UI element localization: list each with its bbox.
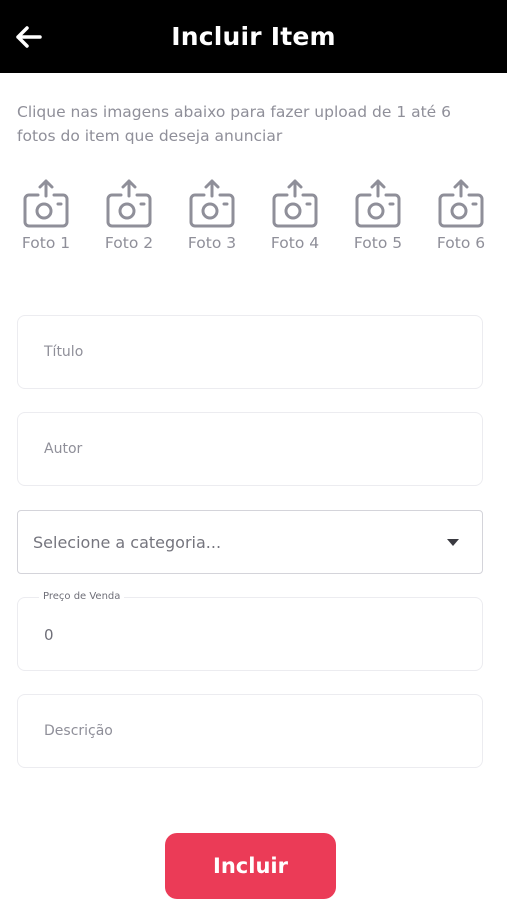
photo-label: Foto 4 <box>270 234 320 252</box>
preco-field[interactable]: Preço de Venda 0 <box>17 591 483 671</box>
photo-slot-5[interactable]: Foto 5 <box>343 178 413 268</box>
descricao-field[interactable]: Descrição <box>17 694 483 768</box>
photo-slot-1[interactable]: Foto 1 <box>11 178 81 268</box>
titulo-field[interactable]: Título <box>17 315 483 389</box>
preco-value: 0 <box>44 626 54 644</box>
photo-label: Foto 3 <box>187 234 237 252</box>
photo-upload-row: Foto 1 Foto 2 Foto 3 Foto 4 Foto 5 Foto … <box>11 178 496 268</box>
photo-slot-3[interactable]: Foto 3 <box>177 178 247 268</box>
arrow-left-icon <box>16 26 42 48</box>
upload-instructions: Clique nas imagens abaixo para fazer upl… <box>17 103 452 145</box>
camera-upload-icon <box>272 179 318 228</box>
camera-upload-icon <box>106 179 152 228</box>
photo-label: Foto 6 <box>436 234 486 252</box>
caret-down-icon <box>447 539 459 546</box>
descricao-placeholder: Descrição <box>44 723 113 739</box>
camera-upload-icon <box>23 179 69 228</box>
autor-placeholder: Autor <box>44 441 83 457</box>
photo-label: Foto 1 <box>21 234 71 252</box>
camera-upload-icon <box>438 179 484 228</box>
photo-slot-6[interactable]: Foto 6 <box>426 178 496 268</box>
categoria-selected-value: Selecione a categoria... <box>33 533 222 552</box>
page-title: Incluir Item <box>171 22 336 51</box>
incluir-button[interactable]: Incluir <box>165 833 336 899</box>
app-header: Incluir Item <box>0 0 507 73</box>
photo-label: Foto 2 <box>104 234 154 252</box>
categoria-select[interactable]: Selecione a categoria... <box>17 510 483 574</box>
back-button[interactable] <box>10 20 46 54</box>
camera-upload-icon <box>189 179 235 228</box>
preco-label: Preço de Venda <box>39 591 125 602</box>
camera-upload-icon <box>355 179 401 228</box>
photo-slot-4[interactable]: Foto 4 <box>260 178 330 268</box>
photo-slot-2[interactable]: Foto 2 <box>94 178 164 268</box>
incluir-button-label: Incluir <box>213 854 288 878</box>
titulo-placeholder: Título <box>44 344 84 360</box>
autor-field[interactable]: Autor <box>17 412 483 486</box>
photo-label: Foto 5 <box>353 234 403 252</box>
